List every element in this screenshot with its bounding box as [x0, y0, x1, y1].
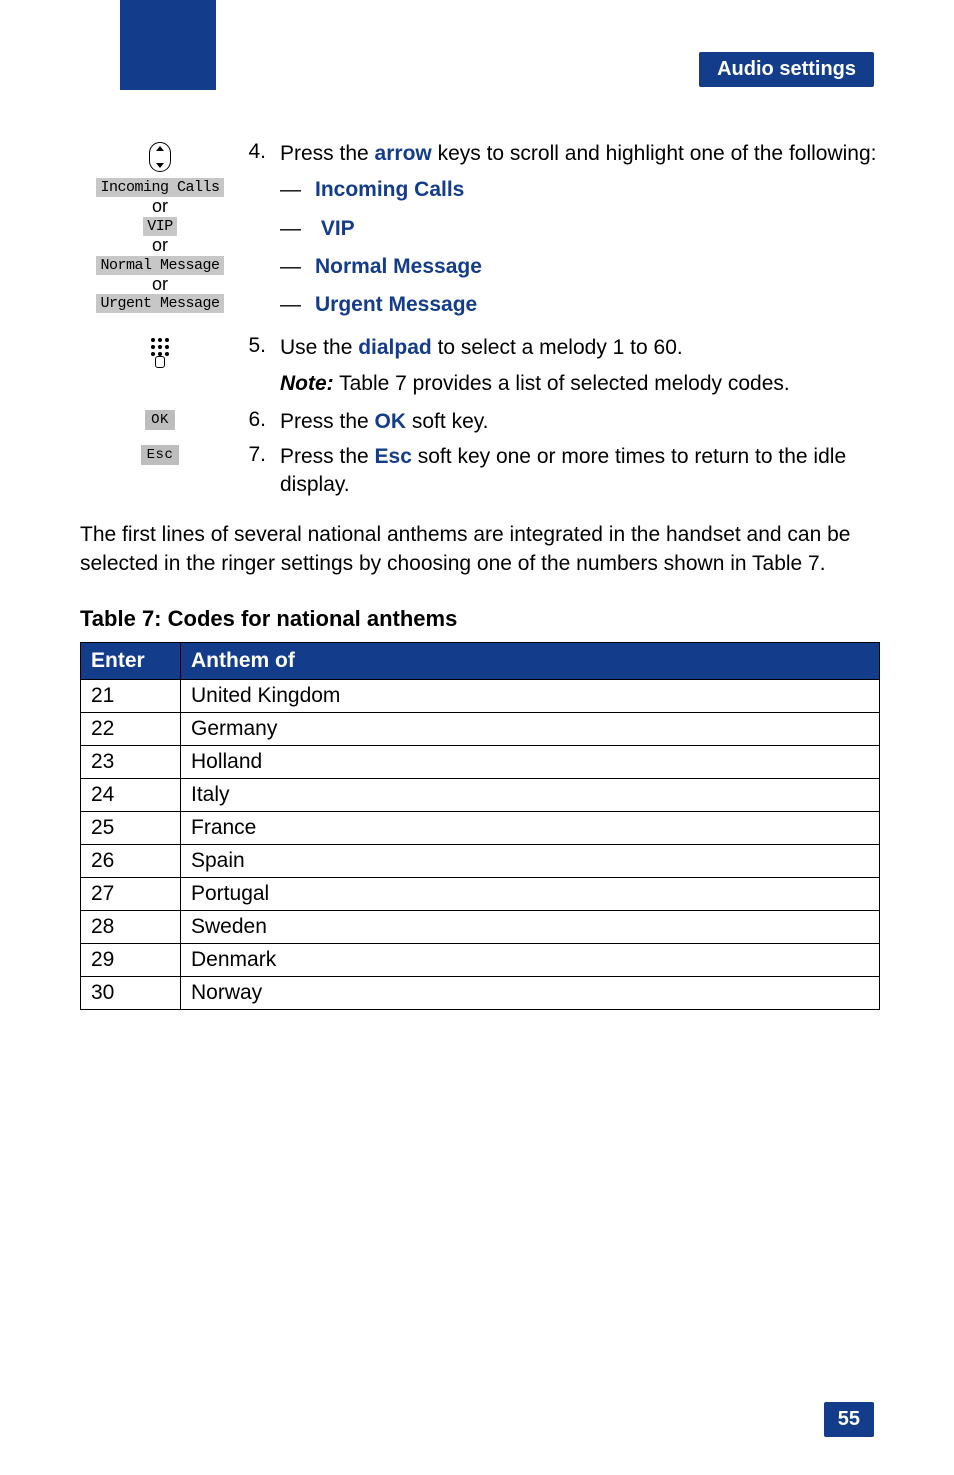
- step-number: 4.: [240, 140, 280, 164]
- or-text: or: [152, 197, 168, 217]
- body-paragraph: The first lines of several national anth…: [80, 521, 880, 578]
- table-row: 22Germany: [81, 713, 880, 746]
- table-row: 28Sweden: [81, 911, 880, 944]
- code-cell: 28: [81, 911, 181, 944]
- table-row: 27Portugal: [81, 878, 880, 911]
- step-number: 7.: [240, 443, 280, 467]
- step-text: Press the: [280, 410, 375, 433]
- step-text: keys to scroll and highlight one of the …: [432, 142, 877, 165]
- anthem-cell: Norway: [181, 977, 880, 1010]
- step-text: Use the: [280, 336, 358, 359]
- table-row: 21United Kingdom: [81, 680, 880, 713]
- arrow-keys-icon: [149, 142, 171, 172]
- ok-softkey-icon: OK: [145, 410, 175, 430]
- anthem-cell: Portugal: [181, 878, 880, 911]
- anthem-cell: Sweden: [181, 911, 880, 944]
- option-list: Incoming Calls VIP Normal Message Urgent…: [280, 176, 880, 319]
- option-vip: VIP: [321, 217, 355, 240]
- code-cell: 29: [81, 944, 181, 977]
- anthem-cell: Holland: [181, 746, 880, 779]
- step-7: Esc 7. Press the Esc soft key one or mor…: [80, 443, 880, 500]
- code-cell: 24: [81, 779, 181, 812]
- code-cell: 26: [81, 845, 181, 878]
- table-header-row: Enter Anthem of: [81, 643, 880, 680]
- code-cell: 25: [81, 812, 181, 845]
- esc-softkey-icon: Esc: [141, 445, 180, 465]
- step-number: 5.: [240, 334, 280, 358]
- note-label: Note:: [280, 372, 334, 395]
- table-row: 29Denmark: [81, 944, 880, 977]
- anthem-cell: Italy: [181, 779, 880, 812]
- step-number: 6.: [240, 408, 280, 432]
- anthem-cell: France: [181, 812, 880, 845]
- table-row: 25France: [81, 812, 880, 845]
- note-text: Table 7 provides a list of selected melo…: [334, 372, 790, 395]
- esc-keyword: Esc: [375, 445, 412, 468]
- anthem-cell: Germany: [181, 713, 880, 746]
- arrow-keyword: arrow: [375, 142, 432, 165]
- page-number: 55: [824, 1402, 874, 1437]
- menu-label-vip: VIP: [143, 217, 177, 236]
- menu-label-normal: Normal Message: [96, 256, 223, 275]
- side-stripe: [120, 0, 216, 90]
- or-text: or: [152, 236, 168, 256]
- table-row: 23Holland: [81, 746, 880, 779]
- anthem-cell: Denmark: [181, 944, 880, 977]
- table-row: 30Norway: [81, 977, 880, 1010]
- option-urgent: Urgent Message: [315, 293, 477, 316]
- step-text: Press the: [280, 142, 375, 165]
- col-header-anthem: Anthem of: [181, 643, 880, 680]
- col-header-enter: Enter: [81, 643, 181, 680]
- step-6: OK 6. Press the OK soft key.: [80, 408, 880, 436]
- dialpad-icon: [147, 338, 173, 368]
- step-text: Press the: [280, 445, 375, 468]
- anthem-codes-table: Enter Anthem of 21United Kingdom22German…: [80, 642, 880, 1010]
- code-cell: 23: [81, 746, 181, 779]
- table-caption: Table 7: Codes for national anthems: [80, 606, 880, 632]
- code-cell: 22: [81, 713, 181, 746]
- ok-keyword: OK: [375, 410, 407, 433]
- anthem-cell: United Kingdom: [181, 680, 880, 713]
- step-4: Incoming Calls or VIP or Normal Message …: [80, 140, 880, 330]
- option-incoming: Incoming Calls: [315, 178, 464, 201]
- anthem-cell: Spain: [181, 845, 880, 878]
- dialpad-keyword: dialpad: [358, 336, 432, 359]
- step-text: soft key.: [406, 410, 488, 433]
- section-header: Audio settings: [699, 52, 874, 87]
- option-normal: Normal Message: [315, 255, 482, 278]
- step-5: 5. Use the dialpad to select a melody 1 …: [80, 334, 880, 399]
- menu-label-urgent: Urgent Message: [96, 294, 223, 313]
- menu-label-incoming: Incoming Calls: [96, 178, 223, 197]
- code-cell: 21: [81, 680, 181, 713]
- code-cell: 30: [81, 977, 181, 1010]
- table-row: 26Spain: [81, 845, 880, 878]
- or-text: or: [152, 275, 168, 295]
- code-cell: 27: [81, 878, 181, 911]
- table-row: 24Italy: [81, 779, 880, 812]
- step-text: to select a melody 1 to 60.: [432, 336, 683, 359]
